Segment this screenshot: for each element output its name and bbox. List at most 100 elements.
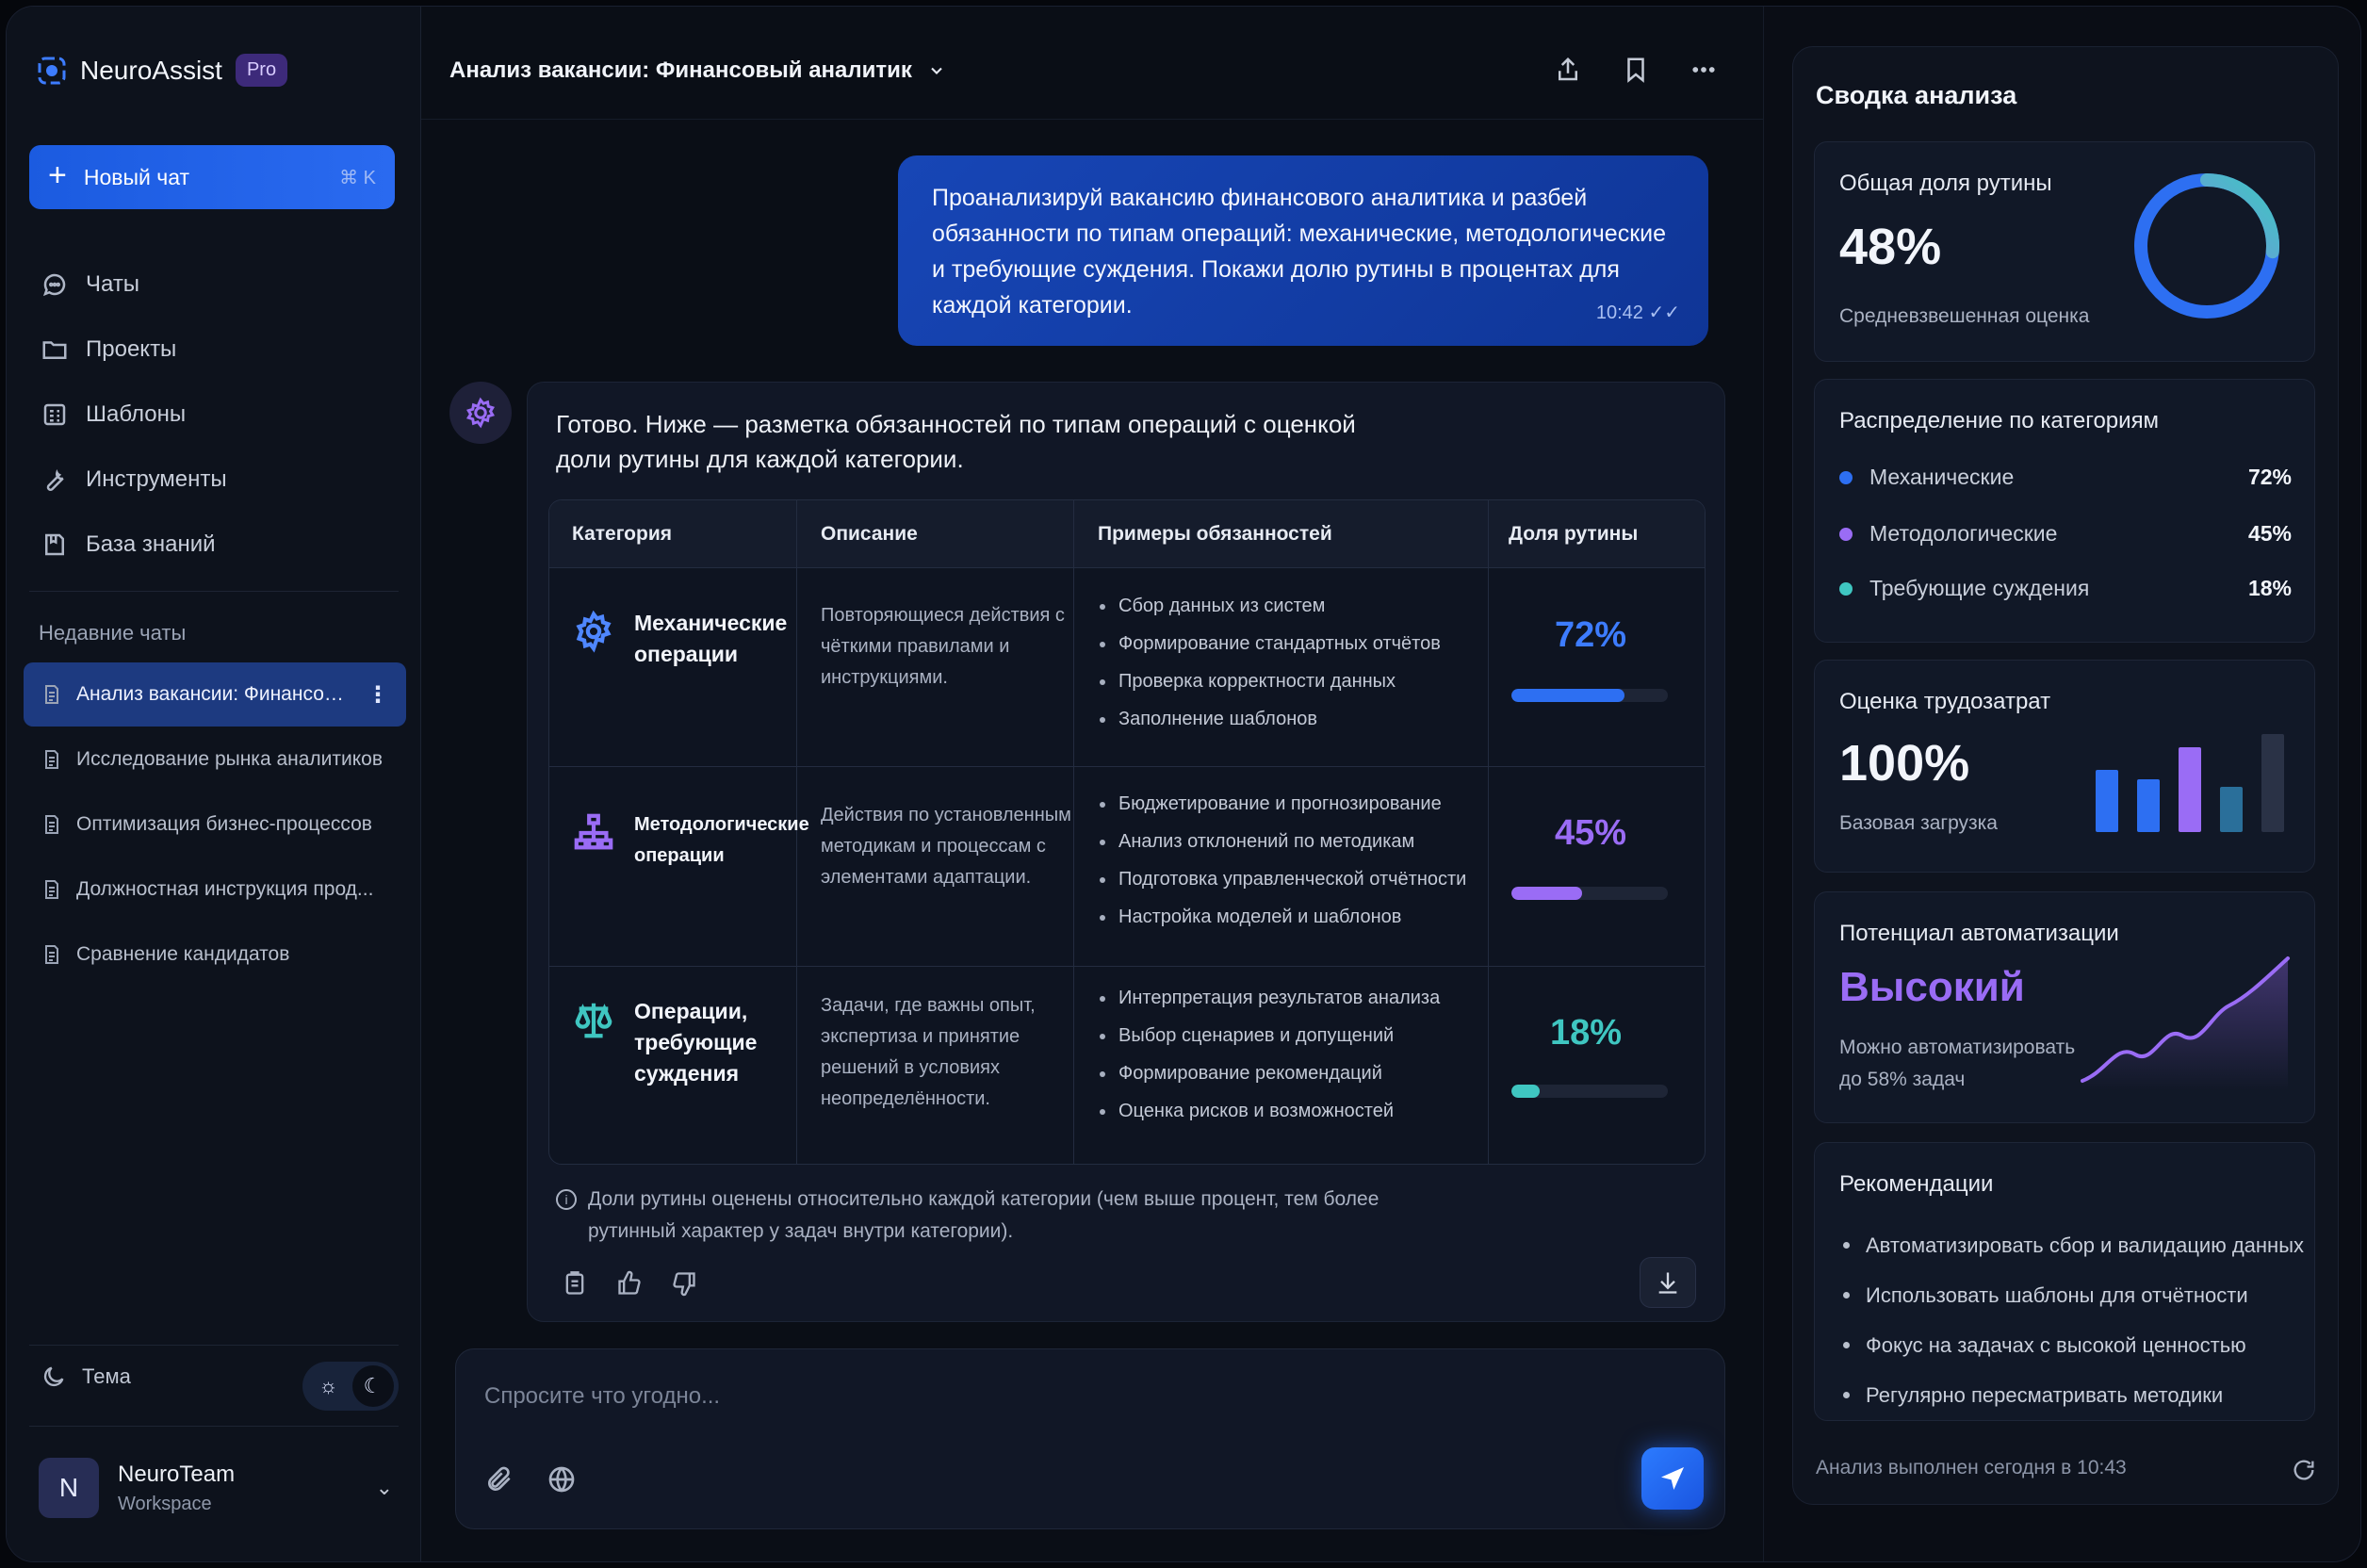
globe-icon[interactable] — [547, 1464, 577, 1494]
effort-value: 100% — [1839, 735, 1970, 792]
moon-icon — [43, 1366, 64, 1387]
list-item: Бюджетирование и прогнозирование — [1098, 785, 1475, 823]
table-row-category: Методологические операции — [572, 809, 809, 872]
more-vertical-icon[interactable]: ⋮ — [367, 681, 389, 709]
recent-chats-list: Анализ вакансии: Финансовый ... ⋮ Исслед… — [24, 662, 406, 988]
routine-card: Общая доля рутины 48% Средневзвешенная о… — [1814, 141, 2315, 362]
routine-donut — [2134, 173, 2279, 318]
recent-chat-item[interactable]: Оптимизация бизнес-процессов — [24, 792, 406, 857]
routine-percent: 45% — [1554, 813, 1627, 853]
sun-icon[interactable]: ☼ — [308, 1365, 350, 1407]
workspace-sub: Workspace — [118, 1493, 212, 1514]
chat-title-dropdown[interactable]: Анализ вакансии: Финансовый аналитик — [449, 57, 946, 84]
distribution-row: Требующие суждения 18% — [1839, 576, 2292, 601]
theme-label: Тема — [82, 1364, 131, 1388]
more-horizontal-icon[interactable] — [1690, 56, 1718, 84]
examples-list: Бюджетирование и прогнозирование Анализ … — [1098, 785, 1475, 936]
download-button[interactable] — [1640, 1257, 1696, 1308]
refresh-icon[interactable] — [2291, 1457, 2317, 1483]
user-message-text: Проанализируй вакансию финансового анали… — [932, 185, 1667, 318]
copy-icon[interactable] — [562, 1270, 588, 1297]
category-description: Действия по установленным методикам и пр… — [821, 805, 1071, 888]
list-item: Фокус на задачах с высокой ценностью — [1839, 1320, 2304, 1370]
message-actions — [562, 1270, 697, 1297]
sidebar-item-tools[interactable]: Инструменты — [41, 447, 399, 512]
sidebar-item-knowledge-base[interactable]: База знаний — [41, 512, 399, 577]
distribution-card: Распределение по категориям Механические… — [1814, 379, 2315, 643]
document-icon — [45, 945, 58, 964]
effort-bar — [2220, 787, 2243, 832]
page-title: Анализ вакансии: Финансовый аналитик — [449, 57, 912, 83]
workspace-switcher[interactable]: N NeuroTeam Workspace ⌄ — [39, 1458, 393, 1518]
avatar: N — [39, 1458, 99, 1518]
sidebar-item-templates[interactable]: Шаблоны — [41, 382, 399, 447]
distribution-label: Механические — [1869, 465, 2015, 489]
sidebar-item-label: Чаты — [86, 270, 140, 297]
recent-chat-item[interactable]: Сравнение кандидатов — [24, 923, 406, 987]
brand[interactable]: NeuroAssist Pro — [37, 54, 288, 87]
document-icon — [45, 815, 58, 834]
share-icon[interactable] — [1554, 56, 1582, 84]
legend-dot — [1839, 581, 1853, 596]
sidebar-item-projects[interactable]: Проекты — [41, 317, 399, 382]
paperclip-icon[interactable] — [484, 1464, 514, 1494]
new-chat-button[interactable]: + Новый чат ⌘ K — [29, 145, 395, 209]
list-item: Заполнение шаблонов — [1098, 700, 1475, 738]
sidebar-item-label: Инструменты — [86, 466, 227, 492]
recent-chat-item[interactable]: Анализ вакансии: Финансовый ... ⋮ — [24, 662, 406, 727]
list-item: Сбор данных из систем — [1098, 587, 1475, 625]
recent-chat-label: Сравнение кандидатов — [76, 943, 290, 965]
plus-icon: + — [48, 157, 67, 193]
theme-row: Тема — [41, 1364, 131, 1390]
effort-sub: Базовая загрузка — [1839, 812, 1998, 834]
recommendations-card: Рекомендации Автоматизировать сбор и вал… — [1814, 1142, 2315, 1421]
message-time: 10:42 ✓✓ — [1596, 295, 1680, 331]
list-item: Оценка рисков и возможностей — [1098, 1092, 1475, 1130]
bookmark-icon[interactable] — [1622, 56, 1650, 84]
book-icon — [45, 533, 64, 555]
list-item: Подготовка управленческой отчётности — [1098, 860, 1475, 898]
chevron-down-icon: ⌄ — [375, 1476, 393, 1499]
shortcut-hint: ⌘ K — [339, 167, 376, 188]
recent-chat-item[interactable]: Должностная инструкция прод... — [24, 858, 406, 922]
duties-table: Категория Описание Примеры обязанностей … — [548, 499, 1706, 1165]
effort-card: Оценка трудозатрат 100% Базовая загрузка — [1814, 660, 2315, 873]
recent-chat-item[interactable]: Исследование рынка аналитиков — [24, 727, 406, 792]
list-item: Настройка моделей и шаблонов — [1098, 898, 1475, 936]
table-header: Категория Описание Примеры обязанностей … — [549, 500, 1705, 568]
card-title: Распределение по категориям — [1839, 408, 2160, 433]
distribution-label: Требующие суждения — [1869, 576, 2090, 600]
send-button[interactable] — [1641, 1447, 1704, 1510]
category-name: Механические операции — [634, 611, 788, 666]
template-icon — [43, 403, 66, 425]
table-row-category: Механические операции — [572, 608, 794, 670]
list-item: Использовать шаблоны для отчётности — [1839, 1270, 2304, 1320]
composer-placeholder[interactable]: Спросите что угодно... — [484, 1383, 720, 1410]
composer-tools — [484, 1464, 577, 1494]
column-header: Примеры обязанностей — [1098, 523, 1332, 545]
thumbs-down-icon[interactable] — [671, 1270, 697, 1297]
distribution-row: Механические 72% — [1839, 465, 2292, 490]
recommendations-list: Автоматизировать сбор и валидацию данных… — [1839, 1220, 2304, 1420]
routine-bar — [1511, 1085, 1668, 1098]
sidebar-item-chats[interactable]: Чаты — [41, 252, 399, 317]
hierarchy-icon — [574, 813, 613, 850]
thumbs-up-icon[interactable] — [616, 1270, 643, 1297]
category-description: Повторяющиеся действия с чёткими правила… — [821, 605, 1065, 688]
workspace-name: NeuroTeam — [118, 1461, 236, 1487]
moon-icon[interactable]: ☾ — [351, 1365, 394, 1407]
logo-icon — [38, 57, 66, 84]
sidebar-item-label: Шаблоны — [86, 400, 187, 427]
recent-chat-label: Должностная инструкция прод... — [76, 878, 374, 900]
message-composer[interactable]: Спросите что угодно... — [455, 1348, 1725, 1529]
card-title: Оценка трудозатрат — [1839, 689, 2051, 714]
assistant-gear-icon — [466, 397, 495, 429]
theme-toggle[interactable]: ☼ ☾ — [302, 1362, 399, 1411]
list-item: Формирование рекомендаций — [1098, 1054, 1475, 1092]
analysis-timestamp: Анализ выполнен сегодня в 10:43 — [1816, 1457, 2127, 1478]
automation-card: Потенциал автоматизации Высокий Можно ав… — [1814, 891, 2315, 1123]
automation-trend-line — [2081, 956, 2290, 1090]
recent-chat-label: Оптимизация бизнес-процессов — [76, 813, 372, 835]
app-window: NeuroAssist Pro + Новый чат ⌘ K Чаты Про… — [6, 6, 2361, 1562]
brand-name: NeuroAssist — [80, 55, 222, 85]
